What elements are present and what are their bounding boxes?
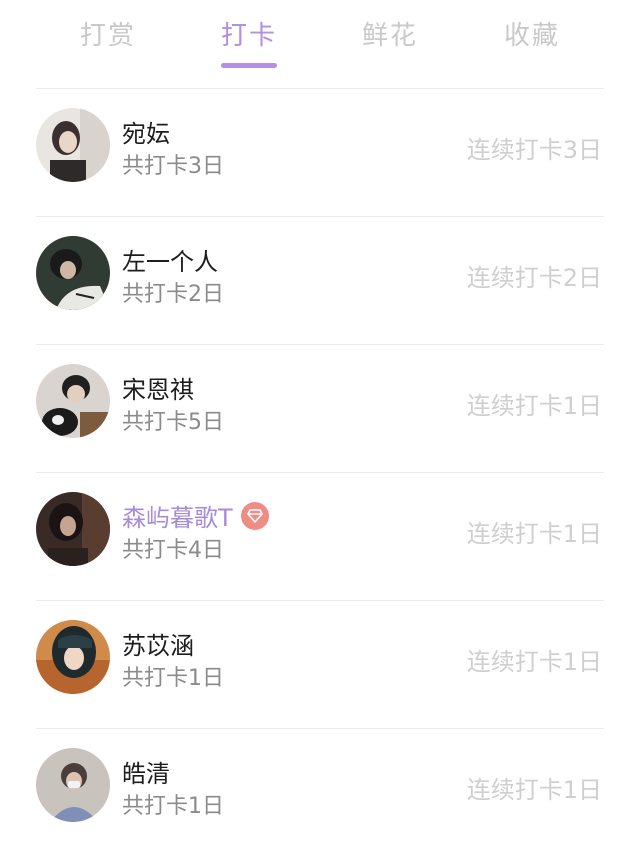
checkin-list: 宛妘 共打卡3日 连续打卡3日 左一个人 共打卡2日 连续打卡2日 宋恩祺 共打… [0, 88, 640, 856]
user-name: 苏苡涵 [122, 626, 194, 661]
user-name: 宋恩祺 [122, 370, 194, 405]
divider [36, 472, 604, 473]
streak-checkins: 连续打卡1日 [466, 648, 602, 676]
tab-label: 打赏 [79, 21, 136, 51]
streak-checkins: 连续打卡1日 [466, 776, 602, 804]
diamond-icon [240, 501, 269, 530]
list-item[interactable]: 宛妘 共打卡3日 连续打卡3日 [0, 88, 640, 216]
streak-checkins: 连续打卡1日 [466, 392, 602, 420]
list-item[interactable]: 苏苡涵 共打卡1日 连续打卡1日 [0, 600, 640, 728]
user-name-text: 宋恩祺 [122, 376, 194, 404]
list-item[interactable]: 左一个人 共打卡2日 连续打卡2日 [0, 216, 640, 344]
tab-flowers[interactable]: 鲜花 [330, 16, 450, 68]
avatar[interactable] [36, 236, 110, 310]
user-name: 皓清 [122, 754, 170, 789]
tab-favorites[interactable]: 收藏 [472, 16, 592, 68]
total-checkins: 共打卡5日 [122, 410, 224, 435]
user-name-text: 森屿暮歌T [122, 504, 233, 532]
list-item[interactable]: 皓清 共打卡1日 连续打卡1日 [0, 728, 640, 856]
avatar[interactable] [36, 364, 110, 438]
divider [36, 88, 604, 89]
user-name: 宛妘 [122, 114, 170, 149]
user-name-text: 左一个人 [122, 248, 218, 276]
avatar[interactable] [36, 748, 110, 822]
tab-bar: 打赏 打卡 鲜花 收藏 [0, 0, 640, 88]
streak-checkins: 连续打卡1日 [466, 520, 602, 548]
list-item[interactable]: 宋恩祺 共打卡5日 连续打卡1日 [0, 344, 640, 472]
user-name-text: 苏苡涵 [122, 632, 194, 660]
total-checkins: 共打卡1日 [122, 794, 224, 819]
divider [36, 216, 604, 217]
avatar[interactable] [36, 620, 110, 694]
tab-underline [80, 63, 136, 68]
divider [36, 728, 604, 729]
divider [36, 600, 604, 601]
total-checkins: 共打卡1日 [122, 666, 224, 691]
user-name-text: 皓清 [122, 760, 170, 788]
total-checkins: 共打卡2日 [122, 282, 224, 307]
user-name-text: 宛妘 [122, 120, 170, 148]
avatar[interactable] [36, 108, 110, 182]
user-name: 森屿暮歌T [122, 498, 269, 533]
tab-active-indicator [221, 63, 277, 68]
tab-label: 收藏 [503, 21, 560, 51]
total-checkins: 共打卡3日 [122, 154, 224, 179]
tab-underline [504, 63, 560, 68]
tab-checkin[interactable]: 打卡 [189, 16, 309, 68]
streak-checkins: 连续打卡3日 [466, 136, 602, 164]
avatar[interactable] [36, 492, 110, 566]
tab-underline [362, 63, 418, 68]
tab-label: 鲜花 [361, 21, 418, 51]
user-name: 左一个人 [122, 242, 218, 277]
tab-tip[interactable]: 打赏 [48, 16, 168, 68]
total-checkins: 共打卡4日 [122, 538, 224, 563]
list-item[interactable]: 森屿暮歌T 共打卡4日 连续打卡1日 [0, 472, 640, 600]
divider [36, 344, 604, 345]
tab-label: 打卡 [220, 21, 277, 51]
streak-checkins: 连续打卡2日 [466, 264, 602, 292]
